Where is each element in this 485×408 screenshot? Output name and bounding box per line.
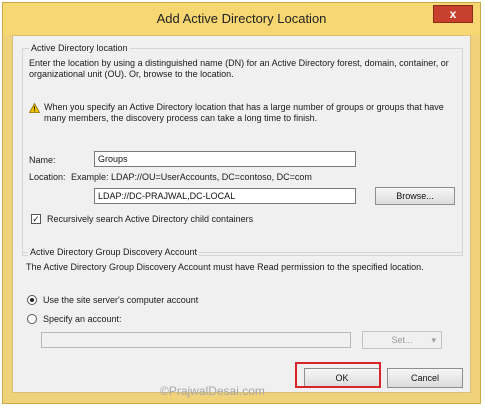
set-button-label: Set... [391,335,413,345]
name-label: Name: [29,155,56,165]
specify-account-radio[interactable] [27,314,37,324]
account-groupbox: Active Directory Group Discovery Account… [22,247,463,358]
warning-text: When you specify an Active Directory loc… [44,102,444,123]
location-field[interactable]: LDAP://DC-PRAJWAL,DC-LOCAL [94,188,356,204]
dialog-window: Add Active Directory Location x Active D… [2,2,481,404]
location-groupbox: Active Directory location Enter the loca… [22,43,463,256]
recursive-checkbox[interactable]: ✓ [31,214,41,224]
account-description: The Active Directory Group Discovery Acc… [26,262,424,272]
location-legend: Active Directory location [29,43,130,53]
ok-highlight-box [295,362,381,388]
computer-account-label[interactable]: Use the site server's computer account [43,295,198,305]
close-icon: x [449,7,457,21]
watermark: ©PrajwalDesai.com [160,384,265,398]
set-button[interactable]: Set... ▾ [362,331,442,349]
check-icon: ✓ [32,214,40,224]
dropdown-arrow-icon: ▾ [431,335,436,345]
account-legend: Active Directory Group Discovery Account [28,247,200,257]
warning-icon [28,102,41,115]
close-button[interactable]: x [433,5,473,23]
account-field[interactable] [41,332,351,348]
recursive-label[interactable]: Recursively search Active Directory chil… [47,214,253,224]
specify-account-label[interactable]: Specify an account: [43,314,122,324]
cancel-button[interactable]: Cancel [387,368,463,388]
dialog-content: Active Directory location Enter the loca… [12,35,471,393]
computer-account-radio[interactable] [27,295,37,305]
radio-selected-dot [30,298,34,302]
location-description: Enter the location by using a distinguis… [29,58,449,79]
title-bar[interactable]: Add Active Directory Location x [3,3,480,35]
name-field[interactable]: Groups [94,151,356,167]
browse-button[interactable]: Browse... [375,187,455,205]
location-example: Example: LDAP://OU=UserAccounts, DC=cont… [71,172,312,182]
location-label: Location: [29,172,66,182]
dialog-title: Add Active Directory Location [156,11,327,26]
